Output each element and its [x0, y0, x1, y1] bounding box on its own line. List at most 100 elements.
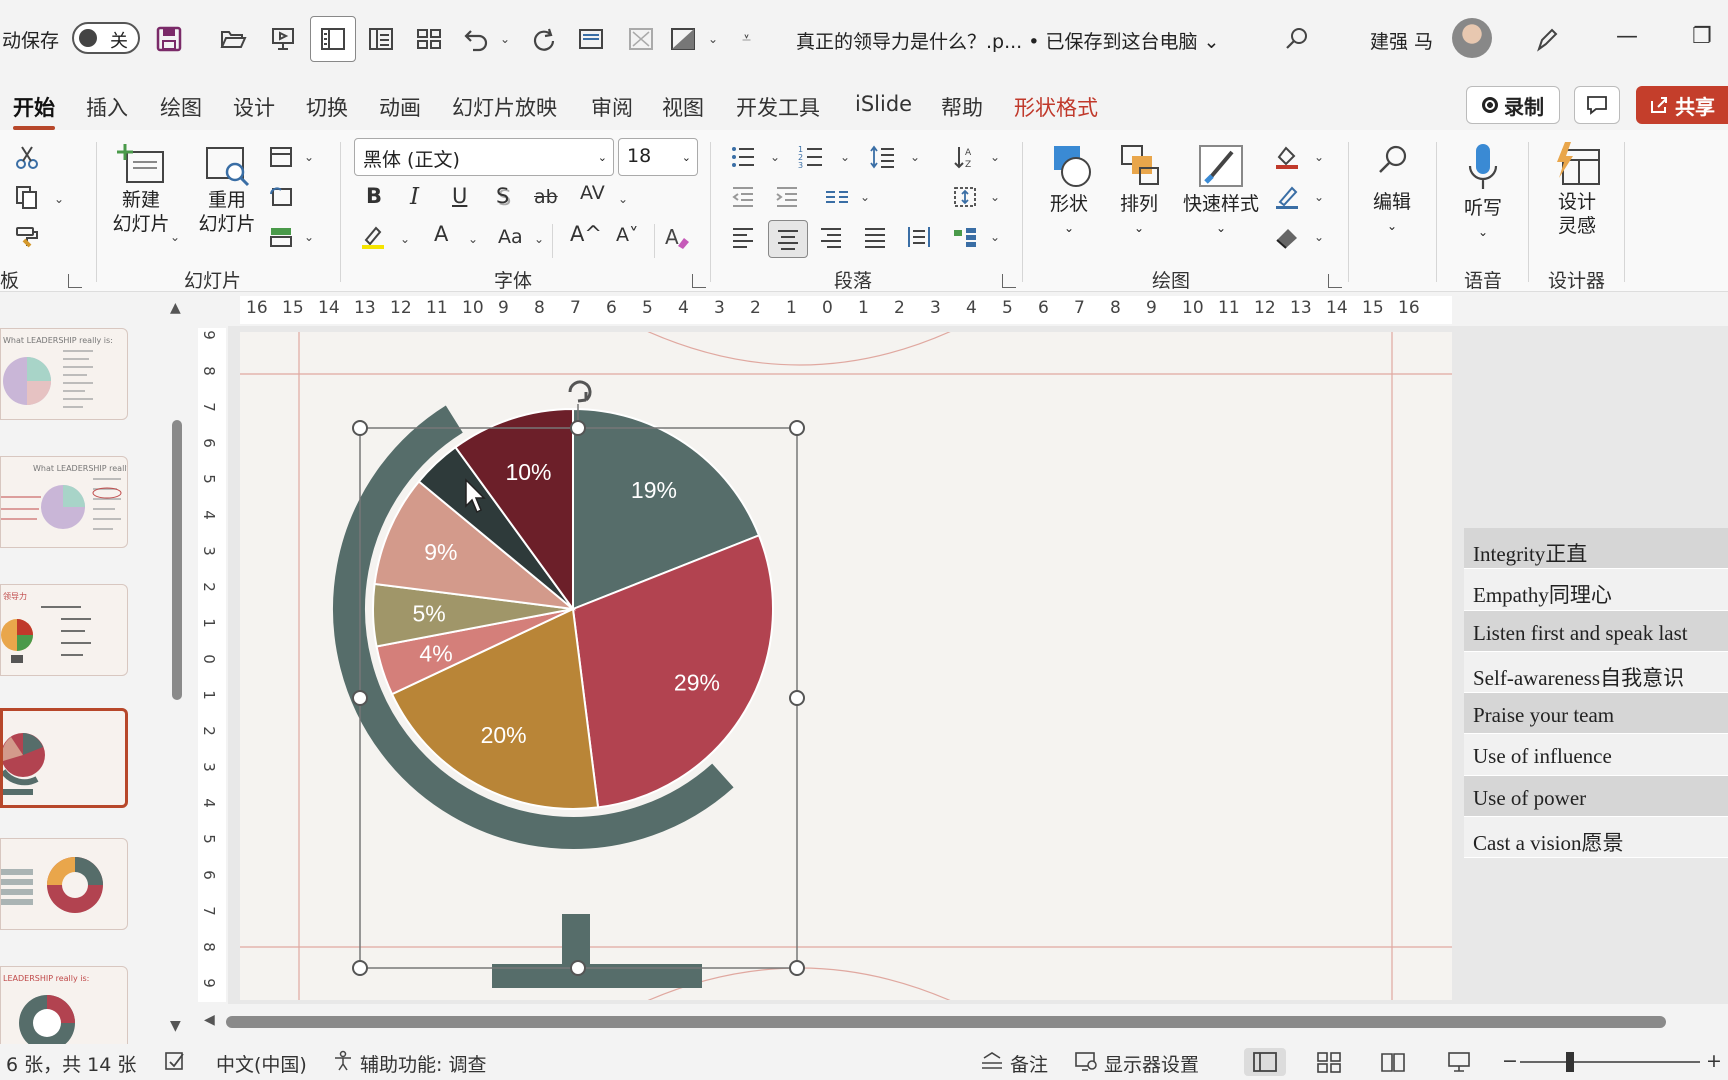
slide-thumbnail[interactable]: 领导力 [0, 584, 128, 676]
bullets-dropdown-icon[interactable]: ⌄ [770, 150, 780, 164]
align-text-icon[interactable] [950, 182, 980, 212]
tab-developer[interactable]: 开发工具 [736, 92, 820, 122]
format-painter-icon[interactable] [12, 222, 42, 252]
shapes-button[interactable]: 形状 ⌄ [1036, 142, 1102, 240]
columns-dropdown-icon[interactable]: ⌄ [860, 190, 870, 204]
reuse-slide-button[interactable]: 重用 幻灯片 [190, 142, 264, 236]
comments-button[interactable] [1574, 86, 1620, 124]
normal-view-icon[interactable] [310, 16, 356, 62]
slide-thumbnail[interactable]: What LEADERSHIP really is: [0, 328, 128, 420]
slideshow-button[interactable] [1438, 1048, 1480, 1076]
italic-button[interactable]: I [410, 184, 419, 210]
copy-icon[interactable] [12, 182, 42, 212]
legend-item[interactable]: Empathy同理心 [1464, 569, 1728, 611]
tab-view[interactable]: 视图 [662, 92, 704, 122]
line-spacing-icon[interactable] [868, 142, 898, 172]
smartart-dropdown-icon[interactable]: ⌄ [990, 230, 1000, 244]
tab-design[interactable]: 设计 [233, 92, 275, 122]
new-slide-dropdown-icon[interactable]: ⌄ [170, 230, 180, 244]
slide-layout-icon[interactable] [574, 22, 608, 56]
designer-pen-icon[interactable] [1530, 22, 1564, 56]
paragraph-launcher-icon[interactable] [1002, 274, 1016, 288]
thumbnail-scrollbar[interactable]: ▲ ▼ [170, 300, 184, 1036]
char-spacing-dropdown-icon[interactable]: ⌄ [618, 192, 628, 206]
spellcheck-icon[interactable] [164, 1050, 186, 1077]
highlight-icon[interactable] [358, 222, 388, 252]
legend-item[interactable]: Listen first and speak last [1464, 610, 1728, 652]
sort-icon[interactable]: AZ [950, 142, 980, 172]
scroll-down-icon[interactable]: ▼ [170, 1018, 181, 1034]
font-name-box[interactable]: 黑体 (正文) ⌄ [354, 138, 614, 176]
minimize-button[interactable]: — [1616, 24, 1638, 49]
dictate-button[interactable]: 听写 ⌄ [1452, 142, 1514, 244]
legend-item[interactable]: Cast a vision愿景 [1464, 817, 1728, 859]
legend-item[interactable]: Integrity正直 [1464, 528, 1728, 570]
reading-view-button[interactable] [1372, 1048, 1414, 1076]
numbering-icon[interactable]: 123 [796, 142, 826, 172]
edit-button[interactable]: 编辑 ⌄ [1362, 142, 1422, 238]
scroll-thumb[interactable] [172, 420, 182, 700]
horizontal-ruler[interactable]: 16 15 14 13 12 11 10 9 8 7 6 5 4 3 2 1 0 1 2 3 4 5 6 7 8 9 10 11 12 1… [240, 296, 1452, 324]
bold-button[interactable]: B [366, 184, 382, 208]
drawing-launcher-icon[interactable] [1328, 274, 1342, 288]
shape-fill-dropdown-icon[interactable]: ⌄ [1314, 150, 1324, 164]
notes-icon[interactable] [980, 1050, 1004, 1077]
save-icon[interactable] [152, 22, 186, 56]
change-case-dropdown-icon[interactable]: ⌄ [534, 232, 544, 246]
font-color-button[interactable]: A [434, 222, 448, 246]
layout-icon[interactable] [266, 142, 296, 172]
tab-islide[interactable]: iSlide [855, 92, 912, 116]
user-avatar[interactable] [1452, 18, 1492, 58]
record-button[interactable]: 录制 [1466, 86, 1560, 124]
shape-fill-icon[interactable] [1272, 142, 1302, 172]
display-settings-button[interactable]: 显示器设置 [1104, 1050, 1199, 1077]
section-dropdown-icon[interactable]: ⌄ [304, 230, 314, 244]
tab-slideshow[interactable]: 幻灯片放映 [452, 92, 557, 122]
undo-dropdown-icon[interactable]: ⌄ [500, 32, 510, 46]
align-center-icon[interactable] [768, 220, 808, 258]
tab-home[interactable]: 开始 [13, 92, 55, 130]
bullets-icon[interactable] [728, 142, 758, 172]
design-ideas-button[interactable]: 设计 灵感 [1540, 142, 1614, 238]
accessibility-status[interactable]: 辅助功能: 调查 [360, 1050, 486, 1077]
slide-canvas[interactable]: 19% 29% 20% 4% 5% 9% 10% [240, 332, 1452, 1000]
grow-font-button[interactable]: A^ [570, 222, 602, 246]
zoom-slider-track[interactable] [1520, 1061, 1700, 1063]
strikethrough-button[interactable]: ab [534, 186, 558, 208]
align-left-icon[interactable] [728, 222, 758, 252]
normal-view-button[interactable] [1244, 1048, 1286, 1076]
align-text-dropdown-icon[interactable]: ⌄ [990, 190, 1000, 204]
align-right-icon[interactable] [816, 222, 846, 252]
text-direction-dropdown-icon[interactable]: ⌄ [990, 150, 1000, 164]
shadow-button[interactable]: S [496, 184, 509, 208]
clipboard-launcher-icon[interactable] [68, 274, 82, 288]
legend-item[interactable]: Praise your team [1464, 693, 1728, 735]
columns-icon[interactable] [822, 182, 852, 212]
tab-transitions[interactable]: 切换 [306, 92, 348, 122]
decrease-indent-icon[interactable] [728, 182, 758, 212]
arrange-button[interactable]: 排列 ⌄ [1106, 142, 1172, 240]
scroll-thumb[interactable] [226, 1016, 1666, 1028]
slide-count[interactable]: 6 张，共 14 张 [6, 1050, 136, 1077]
restore-button[interactable]: ❐ [1692, 24, 1712, 49]
copy-dropdown-icon[interactable]: ⌄ [54, 192, 64, 206]
font-size-box[interactable]: 18 ⌄ [618, 138, 698, 176]
tab-draw[interactable]: 绘图 [160, 92, 202, 122]
slide-thumbnail[interactable]: What LEADERSHIP really is: [0, 456, 128, 548]
zoom-slider-thumb[interactable] [1566, 1052, 1574, 1072]
shape-effects-dropdown-icon[interactable]: ⌄ [1314, 230, 1324, 244]
notes-button[interactable]: 备注 [1010, 1050, 1048, 1077]
numbering-dropdown-icon[interactable]: ⌄ [840, 150, 850, 164]
tab-insert[interactable]: 插入 [86, 92, 128, 122]
shape-outline-icon[interactable] [1272, 182, 1302, 212]
slide-thumbnail[interactable] [0, 838, 128, 930]
tab-shape-format[interactable]: 形状格式 [1014, 92, 1098, 122]
increase-indent-icon[interactable] [772, 182, 802, 212]
scroll-left-icon[interactable]: ◀ [204, 1012, 215, 1028]
slide-thumbnail-active[interactable] [0, 708, 128, 808]
delete-shape-icon[interactable] [624, 22, 658, 56]
vertical-ruler[interactable]: 9 8 7 6 5 4 3 2 1 0 1 2 3 4 5 6 7 8 9 [198, 328, 226, 1002]
search-icon[interactable] [1280, 22, 1314, 56]
redo-icon[interactable] [526, 22, 560, 56]
highlight-dropdown-icon[interactable]: ⌄ [400, 232, 410, 246]
